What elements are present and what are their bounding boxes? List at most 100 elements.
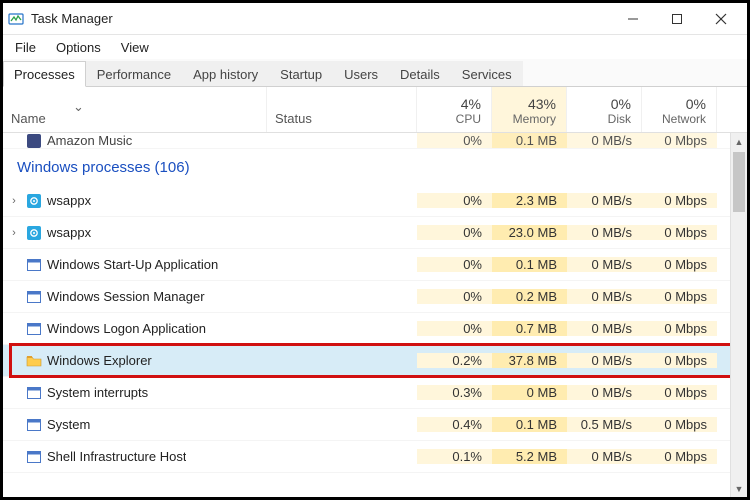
network-cell: 0 Mbps	[642, 321, 717, 336]
network-cell: 0 Mbps	[642, 257, 717, 272]
group-windows-processes[interactable]: Windows processes (106)	[3, 149, 747, 185]
cpu-cell: 0.3%	[417, 385, 492, 400]
process-row-windows-explorer[interactable]: Windows Explorer 0.2% 37.8 MB 0 MB/s 0 M…	[3, 345, 747, 377]
process-row[interactable]: Windows Start-Up Application 0% 0.1 MB 0…	[3, 249, 747, 281]
cpu-cell: 0.2%	[417, 353, 492, 368]
memory-cell: 0.2 MB	[492, 289, 567, 304]
scrollbar-thumb[interactable]	[733, 152, 745, 212]
column-disk[interactable]: 0% Disk	[567, 87, 642, 132]
tab-bar: Processes Performance App history Startu…	[3, 59, 747, 87]
memory-cell: 0.1 MB	[492, 417, 567, 432]
process-row[interactable]: System 0.4% 0.1 MB 0.5 MB/s 0 Mbps	[3, 409, 747, 441]
column-network[interactable]: 0% Network	[642, 87, 717, 132]
app-icon	[25, 133, 43, 149]
process-row[interactable]: Amazon Music 0% 0.1 MB 0 MB/s 0 Mbps	[3, 133, 747, 149]
process-row[interactable]: Shell Infrastructure Host 0.1% 5.2 MB 0 …	[3, 441, 747, 473]
cpu-cell: 0%	[417, 225, 492, 240]
process-name: Windows Start-Up Application	[47, 257, 218, 272]
memory-cell: 0.1 MB	[492, 257, 567, 272]
column-header-row: ⌄ Name Status 4% CPU 43% Memory 0% Disk …	[3, 87, 747, 133]
disk-cell: 0 MB/s	[567, 385, 642, 400]
disk-label: Disk	[608, 112, 631, 126]
network-cell: 0 Mbps	[642, 289, 717, 304]
process-name: System	[47, 417, 90, 432]
disk-cell: 0 MB/s	[567, 289, 642, 304]
tab-services[interactable]: Services	[451, 61, 523, 86]
process-name: System interrupts	[47, 385, 148, 400]
menu-view[interactable]: View	[113, 38, 157, 57]
gear-icon	[25, 224, 43, 242]
expand-icon[interactable]: ›	[7, 195, 21, 207]
process-row[interactable]: Windows Logon Application 0% 0.7 MB 0 MB…	[3, 313, 747, 345]
column-status-label: Status	[275, 111, 312, 126]
network-cell: 0 Mbps	[642, 353, 717, 368]
expand-icon[interactable]: ›	[7, 227, 21, 239]
disk-cell: 0 MB/s	[567, 225, 642, 240]
cpu-cell: 0%	[417, 257, 492, 272]
process-name: Amazon Music	[47, 133, 132, 148]
window-icon	[25, 320, 43, 338]
system-icon	[25, 416, 43, 434]
process-name: Shell Infrastructure Host	[47, 449, 186, 464]
tab-app-history[interactable]: App history	[182, 61, 269, 86]
process-name: wsappx	[47, 225, 91, 240]
disk-cell: 0 MB/s	[567, 193, 642, 208]
menu-options[interactable]: Options	[48, 38, 109, 57]
disk-cell: 0 MB/s	[567, 133, 642, 148]
tab-startup[interactable]: Startup	[269, 61, 333, 86]
disk-cell: 0 MB/s	[567, 257, 642, 272]
tab-processes[interactable]: Processes	[3, 61, 86, 87]
memory-cell: 5.2 MB	[492, 449, 567, 464]
column-memory[interactable]: 43% Memory	[492, 87, 567, 132]
memory-cell: 0 MB	[492, 385, 567, 400]
memory-cell: 0.7 MB	[492, 321, 567, 336]
memory-cell: 37.8 MB	[492, 353, 567, 368]
network-cell: 0 Mbps	[642, 449, 717, 464]
chevron-down-icon: ⌄	[73, 99, 84, 115]
network-cell: 0 Mbps	[642, 193, 717, 208]
column-name[interactable]: ⌄ Name	[3, 87, 267, 132]
memory-cell: 2.3 MB	[492, 193, 567, 208]
process-name: wsappx	[47, 193, 91, 208]
window-icon	[25, 256, 43, 274]
cpu-cell: 0%	[417, 321, 492, 336]
scroll-up-icon[interactable]: ▲	[731, 133, 747, 150]
process-name: Windows Logon Application	[47, 321, 206, 336]
menu-bar: File Options View	[3, 35, 747, 59]
scroll-down-icon[interactable]: ▼	[731, 480, 747, 497]
network-percent: 0%	[686, 96, 706, 112]
column-cpu[interactable]: 4% CPU	[417, 87, 492, 132]
process-name: Windows Session Manager	[47, 289, 205, 304]
tab-users[interactable]: Users	[333, 61, 389, 86]
process-row[interactable]: › wsappx 0% 23.0 MB 0 MB/s 0 Mbps	[3, 217, 747, 249]
network-cell: 0 Mbps	[642, 225, 717, 240]
maximize-button[interactable]	[655, 3, 699, 35]
group-label: Windows processes (106)	[17, 159, 190, 176]
column-name-label: Name	[11, 111, 260, 126]
cpu-cell: 0.4%	[417, 417, 492, 432]
scrollbar-track[interactable]	[731, 150, 747, 480]
cpu-cell: 0%	[417, 193, 492, 208]
memory-percent: 43%	[528, 96, 556, 112]
cpu-percent: 4%	[461, 96, 481, 112]
close-button[interactable]	[699, 3, 743, 35]
menu-file[interactable]: File	[7, 38, 44, 57]
gear-icon	[25, 192, 43, 210]
title-bar: Task Manager	[3, 3, 747, 35]
disk-cell: 0 MB/s	[567, 321, 642, 336]
cpu-label: CPU	[456, 112, 481, 126]
tab-performance[interactable]: Performance	[86, 61, 182, 86]
network-cell: 0 Mbps	[642, 417, 717, 432]
disk-cell: 0 MB/s	[567, 353, 642, 368]
cpu-cell: 0%	[417, 133, 492, 148]
process-row[interactable]: Windows Session Manager 0% 0.2 MB 0 MB/s…	[3, 281, 747, 313]
disk-percent: 0%	[611, 96, 631, 112]
column-status[interactable]: Status	[267, 87, 417, 132]
minimize-button[interactable]	[611, 3, 655, 35]
network-cell: 0 Mbps	[642, 385, 717, 400]
process-row[interactable]: › wsappx 0% 2.3 MB 0 MB/s 0 Mbps	[3, 185, 747, 217]
tab-details[interactable]: Details	[389, 61, 451, 86]
process-row[interactable]: System interrupts 0.3% 0 MB 0 MB/s 0 Mbp…	[3, 377, 747, 409]
vertical-scrollbar[interactable]: ▲ ▼	[730, 133, 747, 497]
system-icon	[25, 448, 43, 466]
